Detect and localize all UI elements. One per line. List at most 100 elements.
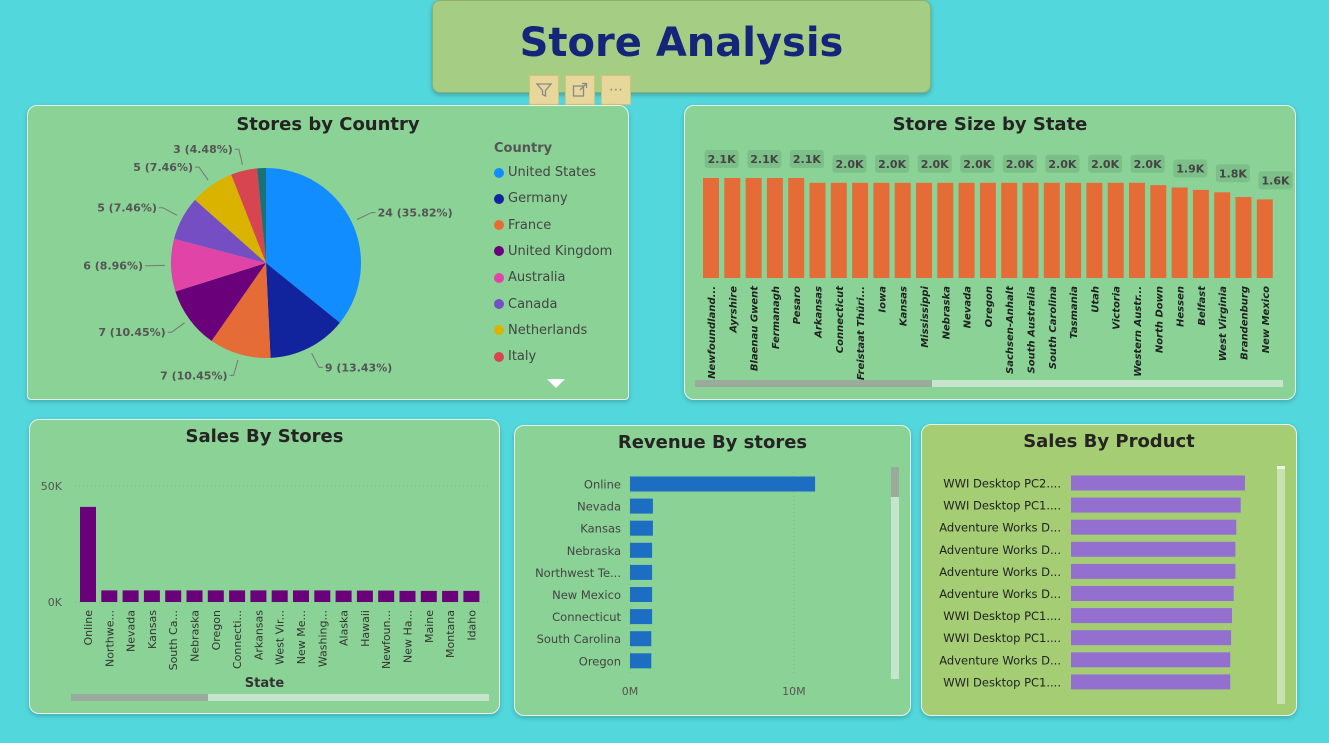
bar: [1071, 630, 1232, 646]
x-tick-label: Washing...: [316, 610, 329, 667]
y-tick-label: Kansas: [580, 522, 621, 536]
y-tick-label: WWI Desktop PC2....: [943, 477, 1061, 491]
legend-item[interactable]: France: [494, 218, 551, 233]
scrollbar-thumb[interactable]: [1277, 466, 1285, 469]
x-tick-label: Montana: [444, 610, 457, 658]
legend-marker: [494, 167, 504, 178]
sales-by-stores-card: Sales By Stores 0K 50K Online Northwe... Nev…: [29, 419, 500, 714]
x-tick-label: Pesaro: [792, 286, 803, 324]
bar: [630, 564, 653, 580]
bar: [873, 182, 890, 278]
x-tick-label: West Vir...: [274, 610, 287, 665]
x-tick-label: Kansas: [899, 286, 910, 326]
x-tick-label: Northwe...: [103, 610, 116, 667]
bar: [1071, 563, 1236, 579]
bar: [229, 590, 246, 602]
title-banner: Store Analysis: [432, 0, 931, 93]
x-tick-label: Nevada: [125, 610, 138, 652]
bar: [1086, 182, 1103, 278]
legend-label: Canada: [508, 296, 558, 312]
x-tick-label: Maine: [423, 610, 436, 643]
y-tick-label: Northwest Te...: [535, 566, 621, 580]
legend-item[interactable]: Australia: [494, 270, 566, 285]
bar: [399, 590, 416, 602]
y-tick-label: Online: [584, 478, 621, 492]
x-axis-title: State: [244, 676, 285, 691]
x-tick-label: 0M: [622, 685, 639, 698]
bar-chart: 2.1K Newfoundland... Ayrshire 2.1K Blaenau G…: [703, 150, 1293, 380]
bar: [122, 590, 139, 602]
legend-marker: [494, 325, 504, 336]
horizontal-scrollbar[interactable]: [695, 380, 1283, 387]
data-label: 5 (7.46%): [133, 161, 193, 174]
data-label: 1.8K: [1219, 167, 1247, 180]
x-tick-label: Fermanagh: [771, 286, 782, 349]
bar: [1071, 475, 1245, 491]
vertical-scrollbar[interactable]: [891, 467, 899, 679]
x-tick-label: Victoria: [1112, 286, 1123, 330]
x-tick-label: Nebraska: [189, 610, 202, 662]
leader-line: [195, 166, 209, 181]
horizontal-scrollbar[interactable]: [71, 694, 489, 701]
focus-mode-icon[interactable]: [565, 75, 595, 105]
data-label: 2.0K: [878, 158, 906, 171]
scrollbar-thumb[interactable]: [695, 380, 932, 387]
bar: [630, 653, 652, 669]
y-tick-label: WWI Desktop PC1....: [943, 499, 1061, 513]
data-label: 2.1K: [793, 153, 821, 166]
visual-header: ⋯: [529, 75, 631, 105]
y-tick-label: Nevada: [577, 500, 621, 514]
data-label: 1.9K: [1176, 163, 1204, 176]
x-tick-label: Oregon: [210, 610, 223, 650]
dashboard-title: Store Analysis: [519, 19, 844, 66]
x-tick-label: Nevada: [963, 286, 974, 329]
legend-item[interactable]: United States: [494, 165, 596, 180]
x-tick-label: West Virginia: [1218, 286, 1229, 361]
x-tick-label: Online: [82, 610, 95, 646]
bar: [80, 506, 96, 602]
y-tick-label: Adventure Works D...: [939, 543, 1061, 557]
bar: [630, 587, 653, 602]
bar: [788, 178, 805, 278]
bar: [356, 590, 373, 602]
data-label: 2.0K: [1134, 158, 1162, 171]
x-tick-label: Idaho: [465, 610, 478, 641]
bar: [101, 590, 118, 602]
bar: [630, 631, 652, 647]
bar: [1071, 674, 1231, 690]
filter-icon[interactable]: [529, 75, 559, 105]
bar: [1129, 182, 1145, 278]
x-tick-label: Mississippi: [920, 285, 931, 347]
bar-chart: WWI Desktop PC2.... WWI Desktop PC1.... Ad…: [939, 475, 1245, 690]
x-tick-label: Kansas: [146, 610, 159, 649]
more-options-icon[interactable]: ⋯: [601, 75, 631, 105]
bar: [1107, 182, 1124, 278]
data-label: 2.0K: [1006, 158, 1034, 171]
scrollbar-thumb[interactable]: [71, 694, 208, 701]
legend-item[interactable]: United Kingdom: [494, 244, 612, 259]
data-label: 2.1K: [708, 153, 736, 166]
legend-item[interactable]: Netherlands: [494, 323, 587, 338]
legend-label: Netherlands: [508, 322, 588, 338]
legend-label: United States: [508, 165, 597, 180]
x-tick-label: Arkansas: [814, 286, 825, 339]
bar: [165, 590, 182, 602]
bar: [766, 178, 783, 278]
y-tick-label: Oregon: [579, 654, 621, 668]
y-tick-label: WWI Desktop PC1....: [943, 631, 1061, 645]
legend-scroll-down-icon[interactable]: [547, 374, 565, 393]
legend-item[interactable]: Italy: [494, 349, 536, 364]
bar: [809, 182, 826, 278]
y-tick-label: WWI Desktop PC1....: [943, 609, 1061, 623]
scrollbar-thumb[interactable]: [891, 467, 899, 497]
bar: [1071, 541, 1236, 557]
x-tick-label: Hawaii: [359, 610, 372, 647]
vertical-scrollbar[interactable]: [1277, 466, 1285, 704]
bar: [1071, 608, 1232, 624]
x-tick-label: Western Austr...: [1133, 286, 1144, 377]
leader-line: [356, 212, 376, 220]
data-label: 2.0K: [1091, 158, 1119, 171]
bar: [916, 182, 932, 278]
legend-item[interactable]: Canada: [494, 297, 557, 312]
legend-item[interactable]: Germany: [494, 191, 568, 206]
